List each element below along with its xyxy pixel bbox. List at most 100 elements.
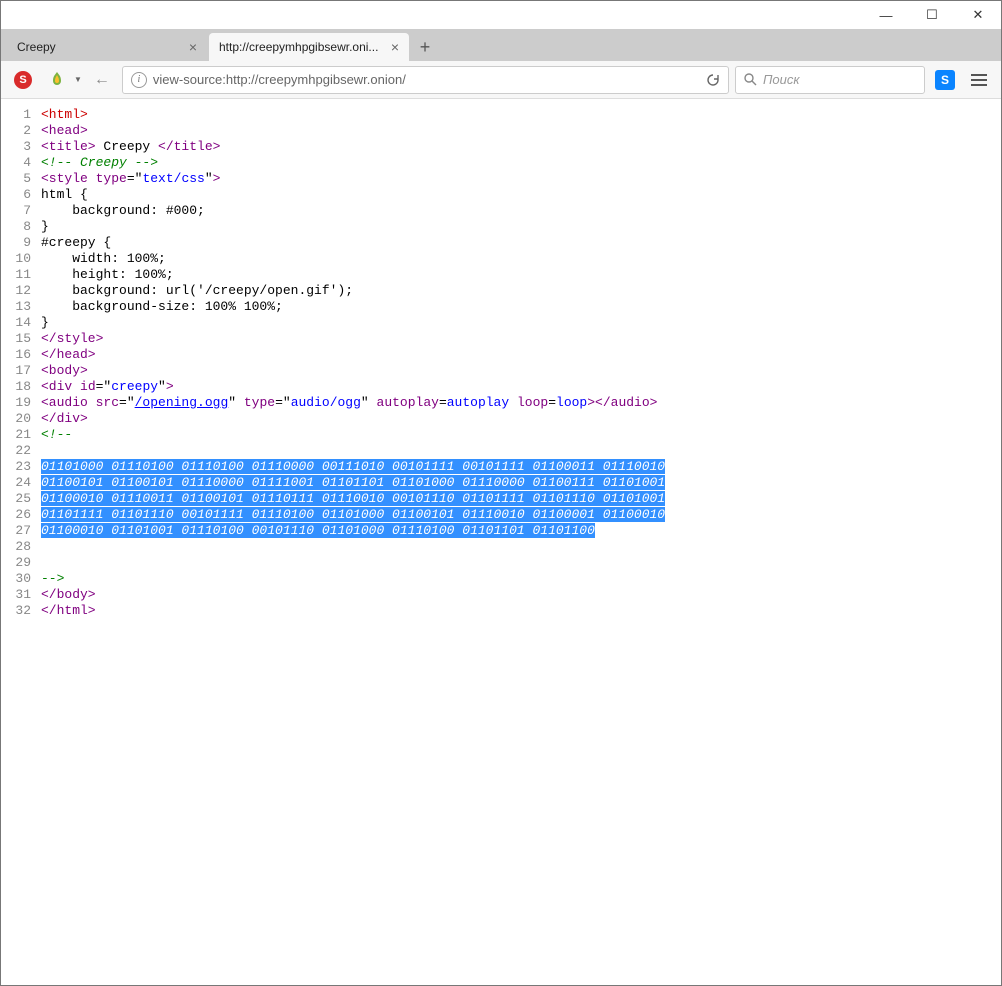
code-text[interactable]: <div id="creepy"> (41, 379, 1001, 395)
code-text[interactable]: </style> (41, 331, 1001, 347)
line-number: 20 (1, 411, 41, 427)
code-text[interactable]: 01100010 01110011 01100101 01110111 0111… (41, 491, 1001, 507)
code-text[interactable] (41, 539, 1001, 555)
code-text[interactable]: 01101000 01110100 01110100 01110000 0011… (41, 459, 1001, 475)
line-number: 7 (1, 203, 41, 219)
line-number: 3 (1, 139, 41, 155)
code-text[interactable]: width: 100%; (41, 251, 1001, 267)
tab-close-icon[interactable]: × (189, 39, 197, 55)
source-line: 22 (1, 443, 1001, 459)
extension-button[interactable]: S (931, 66, 959, 94)
code-text[interactable]: </head> (41, 347, 1001, 363)
code-text[interactable]: background: #000; (41, 203, 1001, 219)
source-line: 19<audio src="/opening.ogg" type="audio/… (1, 395, 1001, 411)
code-text[interactable]: <style type="text/css"> (41, 171, 1001, 187)
source-view[interactable]: 1<html>2<head>3<title> Creepy </title>4<… (1, 99, 1001, 985)
line-number: 26 (1, 507, 41, 523)
reload-icon[interactable] (706, 73, 720, 87)
code-text[interactable]: <head> (41, 123, 1001, 139)
code-text[interactable]: <title> Creepy </title> (41, 139, 1001, 155)
source-line: 20</div> (1, 411, 1001, 427)
site-info-icon[interactable]: i (131, 72, 147, 88)
menu-button[interactable] (965, 66, 993, 94)
source-line: 13 background-size: 100% 100%; (1, 299, 1001, 315)
window-maximize-button[interactable]: ☐ (909, 1, 955, 29)
line-number: 21 (1, 427, 41, 443)
line-number: 27 (1, 523, 41, 539)
code-text[interactable]: <!-- Creepy --> (41, 155, 1001, 171)
code-text[interactable]: <body> (41, 363, 1001, 379)
line-number: 4 (1, 155, 41, 171)
tab-view-source[interactable]: http://creepymhpgibsewr.oni... × (209, 33, 409, 61)
line-number: 13 (1, 299, 41, 315)
url-text: view-source:http://creepymhpgibsewr.onio… (153, 72, 700, 87)
line-number: 31 (1, 587, 41, 603)
source-line: 2401100101 01100101 01110000 01111001 01… (1, 475, 1001, 491)
source-line: 4<!-- Creepy --> (1, 155, 1001, 171)
hamburger-icon (971, 74, 987, 86)
tab-close-icon[interactable]: × (391, 39, 399, 55)
selected-text[interactable]: 01101000 01110100 01110100 01110000 0011… (41, 459, 665, 474)
source-line: 17<body> (1, 363, 1001, 379)
code-text[interactable]: 01101111 01101110 00101111 01110100 0110… (41, 507, 1001, 523)
back-button[interactable]: ← (88, 66, 116, 94)
code-text[interactable]: } (41, 219, 1001, 235)
code-text[interactable]: <html> (41, 107, 1001, 123)
line-number: 32 (1, 603, 41, 619)
line-number: 8 (1, 219, 41, 235)
source-line: 21<!-- (1, 427, 1001, 443)
code-text[interactable]: <audio src="/opening.ogg" type="audio/og… (41, 395, 1001, 411)
tab-label: http://creepymhpgibsewr.oni... (219, 40, 385, 54)
code-text[interactable]: 01100010 01101001 01110100 00101110 0110… (41, 523, 1001, 539)
selected-text[interactable]: 01101111 01101110 00101111 01110100 0110… (41, 507, 665, 522)
extension-icon: S (935, 70, 955, 90)
code-text[interactable]: html { (41, 187, 1001, 203)
source-line: 3<title> Creepy </title> (1, 139, 1001, 155)
code-text[interactable] (41, 443, 1001, 459)
line-number: 16 (1, 347, 41, 363)
search-placeholder: Поиск (763, 72, 800, 87)
code-text[interactable]: } (41, 315, 1001, 331)
window-minimize-button[interactable]: — (863, 1, 909, 29)
code-text[interactable]: 01100101 01100101 01110000 01111001 0110… (41, 475, 1001, 491)
line-number: 24 (1, 475, 41, 491)
source-line: 16</head> (1, 347, 1001, 363)
selected-text[interactable]: 01100010 01110011 01100101 01110111 0111… (41, 491, 665, 506)
source-line: 2<head> (1, 123, 1001, 139)
line-number: 11 (1, 267, 41, 283)
address-bar[interactable]: i view-source:http://creepymhpgibsewr.on… (122, 66, 729, 94)
source-line: 28 (1, 539, 1001, 555)
code-text[interactable]: </body> (41, 587, 1001, 603)
code-text[interactable]: #creepy { (41, 235, 1001, 251)
source-line: 8} (1, 219, 1001, 235)
code-text[interactable]: </div> (41, 411, 1001, 427)
code-text[interactable]: background: url('/creepy/open.gif'); (41, 283, 1001, 299)
line-number: 29 (1, 555, 41, 571)
selected-text[interactable]: 01100010 01101001 01110100 00101110 0110… (41, 523, 595, 538)
source-line: 6html { (1, 187, 1001, 203)
source-line: 2301101000 01110100 01110100 01110000 00… (1, 459, 1001, 475)
dropdown-icon[interactable]: ▼ (74, 75, 82, 84)
source-line: 10 width: 100%; (1, 251, 1001, 267)
browser-window: — ☐ ✕ Creepy × http://creepymhpgibsewr.o… (0, 0, 1002, 986)
noscript-button[interactable]: S (9, 66, 37, 94)
code-text[interactable]: <!-- (41, 427, 1001, 443)
line-number: 30 (1, 571, 41, 587)
code-text[interactable]: background-size: 100% 100%; (41, 299, 1001, 315)
new-tab-button[interactable]: + (411, 33, 439, 61)
code-text[interactable] (41, 555, 1001, 571)
source-line: 32</html> (1, 603, 1001, 619)
code-text[interactable]: </html> (41, 603, 1001, 619)
code-text[interactable]: height: 100%; (41, 267, 1001, 283)
tab-strip: Creepy × http://creepymhpgibsewr.oni... … (1, 29, 1001, 61)
source-line: 15</style> (1, 331, 1001, 347)
tor-button[interactable] (43, 66, 71, 94)
code-text[interactable]: --> (41, 571, 1001, 587)
window-close-button[interactable]: ✕ (955, 1, 1001, 29)
line-number: 14 (1, 315, 41, 331)
search-box[interactable]: Поиск (735, 66, 925, 94)
line-number: 9 (1, 235, 41, 251)
line-number: 15 (1, 331, 41, 347)
tab-creepy[interactable]: Creepy × (7, 33, 207, 61)
selected-text[interactable]: 01100101 01100101 01110000 01111001 0110… (41, 475, 665, 490)
